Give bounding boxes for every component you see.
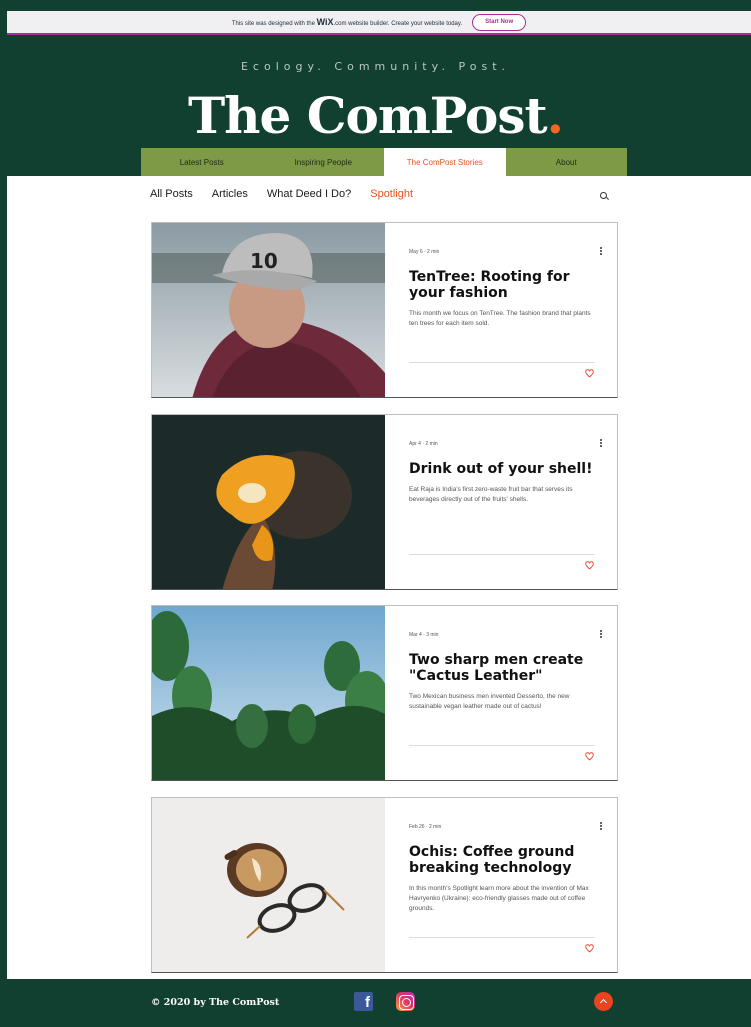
more-options-icon[interactable] — [600, 247, 602, 255]
more-options-icon[interactable] — [600, 630, 602, 638]
post-description: This month we focus on TenTree. The fash… — [409, 310, 591, 327]
post-image-cap-man[interactable]: 10 — [152, 223, 385, 397]
facebook-icon[interactable]: f — [354, 992, 373, 1011]
svg-text:10: 10 — [250, 249, 278, 273]
post-description: Eat Raja is India's first zero-waste fru… — [409, 486, 573, 503]
post-image-coffee-glasses[interactable] — [152, 798, 385, 972]
wix-logo[interactable]: WiX — [317, 17, 334, 27]
wix-banner-text: This site was designed with the WiX.com … — [232, 17, 462, 27]
post-image-cactus[interactable] — [152, 606, 385, 780]
heart-icon[interactable] — [585, 561, 594, 570]
main-nav: Latest Posts Inspiring People The ComPos… — [141, 148, 627, 176]
wix-text-after: .com website builder. Create your websit… — [333, 21, 463, 27]
category-articles[interactable]: Articles — [212, 188, 248, 200]
post-divider — [409, 362, 595, 363]
category-spotlight[interactable]: Spotlight — [370, 188, 413, 200]
post-divider — [409, 554, 595, 555]
search-icon[interactable] — [600, 192, 607, 199]
post-card[interactable]: Apr 4 · 2 min Drink out of your shell! E… — [151, 414, 618, 590]
site-footer: © 2020 by The ComPost f — [0, 979, 751, 1027]
post-meta: Apr 4 · 2 min — [409, 441, 438, 447]
nav-compost-stories[interactable]: The ComPost Stories — [384, 148, 506, 176]
heart-icon[interactable] — [585, 369, 594, 378]
site-title-dot: . — [546, 86, 564, 145]
nav-inspiring-people[interactable]: Inspiring People — [263, 148, 385, 176]
post-title[interactable]: Ochis: Coffee ground breaking technology — [409, 844, 595, 876]
blog-content: All Posts Articles What Deed I Do? Spotl… — [7, 176, 751, 979]
wix-text-before: This site was designed with the — [231, 21, 315, 27]
post-title[interactable]: TenTree: Rooting for your fashion — [409, 269, 595, 301]
more-options-icon[interactable] — [600, 822, 602, 830]
post-divider — [409, 745, 595, 746]
wix-banner: This site was designed with the WiX.com … — [7, 11, 751, 35]
post-meta: Feb 26 · 2 min — [409, 824, 442, 830]
heart-icon[interactable] — [585, 944, 594, 953]
post-body: May 6 · 2 min TenTree: Rooting for your … — [409, 223, 602, 397]
post-body: Feb 26 · 2 min Ochis: Coffee ground brea… — [409, 798, 602, 972]
post-body: Apr 4 · 2 min Drink out of your shell! E… — [409, 415, 602, 589]
post-card[interactable]: 10 May 6 · 2 min TenTree: Rooting for yo… — [151, 222, 618, 398]
nav-latest-posts[interactable]: Latest Posts — [141, 148, 263, 176]
post-title[interactable]: Two sharp men create "Cactus Leather" — [409, 652, 595, 684]
site-title[interactable]: The ComPost. — [0, 86, 751, 145]
category-all-posts[interactable]: All Posts — [150, 188, 193, 200]
site-tagline: Ecology. Community. Post. — [240, 60, 511, 73]
post-meta: Mar 4 · 3 min — [409, 632, 439, 638]
post-divider — [409, 937, 595, 938]
post-body: Mar 4 · 3 min Two sharp men create "Cact… — [409, 606, 602, 780]
post-meta: May 6 · 2 min — [409, 249, 440, 255]
nav-about[interactable]: About — [506, 148, 628, 176]
category-what-deed[interactable]: What Deed I Do? — [267, 188, 351, 200]
post-card[interactable]: Mar 4 · 3 min Two sharp men create "Cact… — [151, 605, 618, 781]
post-description: In this month's Spotlight learn more abo… — [409, 885, 589, 912]
post-title[interactable]: Drink out of your shell! — [409, 461, 595, 477]
post-card[interactable]: Feb 26 · 2 min Ochis: Coffee ground brea… — [151, 797, 618, 973]
instagram-icon[interactable] — [396, 992, 415, 1011]
footer-copyright: © 2020 by The ComPost — [151, 997, 280, 1008]
more-options-icon[interactable] — [600, 439, 602, 447]
post-image-fruit-shell[interactable] — [152, 415, 385, 589]
post-description: Two Mexican business men invented Desser… — [409, 693, 570, 710]
category-nav: All Posts Articles What Deed I Do? Spotl… — [150, 188, 413, 200]
heart-icon[interactable] — [585, 752, 594, 761]
site-title-text: The ComPost — [187, 86, 548, 145]
back-to-top-button[interactable] — [594, 992, 613, 1011]
start-now-button[interactable]: Start Now — [472, 13, 527, 31]
